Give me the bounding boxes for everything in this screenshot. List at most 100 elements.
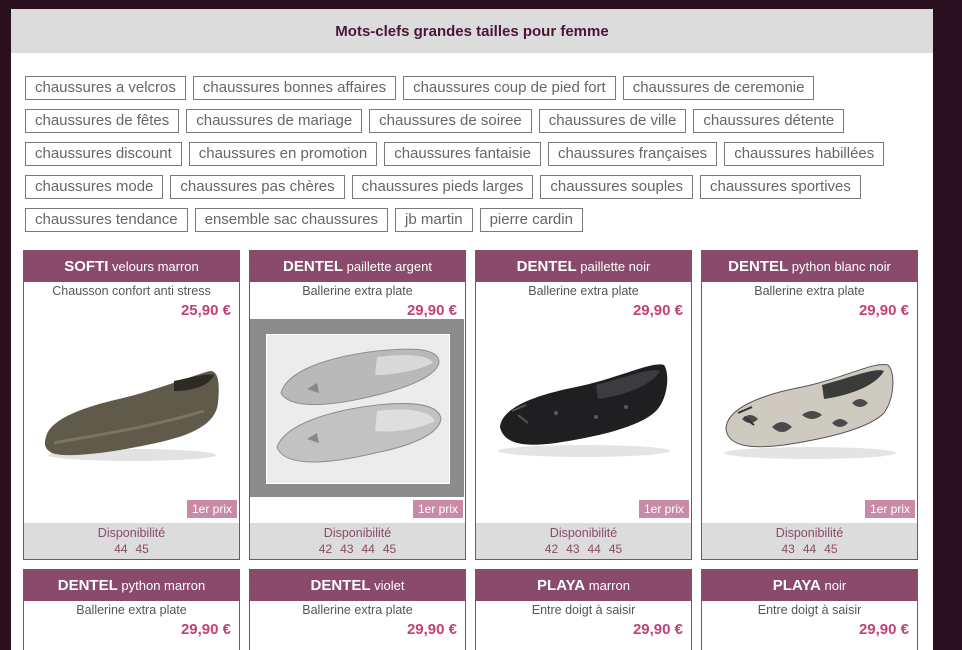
keyword-tag[interactable]: chaussures habillées [724,142,885,166]
keyword-tag[interactable]: chaussures bonnes affaires [192,76,397,100]
keyword-tag[interactable]: chaussures souples [540,175,693,199]
product-title[interactable]: PLAYA marron [476,570,691,601]
product-price: 29,90 € [406,621,457,638]
size-option[interactable]: 44 [803,541,816,557]
product-variant: paillette noir [580,259,651,274]
product-title[interactable]: DENTEL python blanc noir [702,251,917,282]
product-price: 29,90 € [632,302,683,319]
product-image[interactable] [702,319,917,497]
product-card[interactable]: PLAYA marron Entre doigt à saisir 29,90 … [475,569,692,650]
size-option[interactable]: 44 [362,541,375,557]
product-image[interactable] [476,319,691,497]
product-card[interactable]: DENTEL violet Ballerine extra plate 29,9… [249,569,466,650]
section-title: Mots-clefs grandes tailles pour femme [335,22,609,40]
python-ballerina-image [724,363,896,459]
product-brand: DENTEL [57,577,118,594]
product-variant: paillette argent [346,259,432,274]
product-card[interactable]: PLAYA noir Entre doigt à saisir 29,90 € [701,569,918,650]
product-brand: DENTEL [283,258,344,275]
product-title[interactable]: PLAYA noir [702,570,917,601]
size-option[interactable]: 42 [545,541,558,557]
product-price: 29,90 € [406,302,457,319]
product-brand: DENTEL [516,258,577,275]
first-price-badge: 1er prix [864,500,915,518]
product-subtitle: Ballerine extra plate [302,284,413,298]
product-variant: python marron [121,578,206,593]
product-subtitle: Chausson confort anti stress [52,284,211,298]
size-option[interactable]: 45 [609,541,622,557]
product-card[interactable]: DENTEL paillette noir Ballerine extra pl… [475,250,692,560]
availability-label: Disponibilité [97,526,166,540]
keyword-tag[interactable]: chaussures a velcros [25,76,186,100]
keyword-tag[interactable]: chaussures françaises [547,142,718,166]
product-variant: violet [374,578,405,593]
availability-box: Disponibilité 44 45 [24,523,239,559]
keyword-tag[interactable]: chaussures fantaisie [384,142,541,166]
size-list: 42 43 44 45 [250,541,465,557]
size-option[interactable]: 44 [588,541,601,557]
product-brand: PLAYA [772,577,821,594]
product-card[interactable]: DENTEL python marron Ballerine extra pla… [23,569,240,650]
product-card[interactable]: DENTEL paillette argent Ballerine extra … [249,250,466,560]
product-title[interactable]: DENTEL paillette noir [476,251,691,282]
keyword-tag[interactable]: ensemble sac chaussures [194,208,389,232]
keyword-tag[interactable]: pierre cardin [479,208,583,232]
product-price: 29,90 € [632,621,683,638]
section-header: Mots-clefs grandes tailles pour femme [11,9,933,53]
product-brand: DENTEL [310,577,371,594]
product-subtitle: Ballerine extra plate [76,603,187,617]
keyword-tag[interactable]: chaussures discount [25,142,182,166]
keyword-tag[interactable]: chaussures de mariage [186,109,363,133]
keyword-tags: chaussures a velcros chaussures bonnes a… [25,76,925,232]
size-option[interactable]: 43 [340,541,353,557]
first-price-badge: 1er prix [186,500,237,518]
product-title[interactable]: DENTEL violet [250,570,465,601]
keyword-tag[interactable]: chaussures coup de pied fort [403,76,616,100]
product-price: 29,90 € [180,621,231,638]
size-option[interactable]: 45 [383,541,396,557]
black-ballerina-image [498,364,670,457]
product-price: 25,90 € [180,302,231,319]
keyword-tag[interactable]: chaussures sportives [700,175,861,199]
top-bar [11,0,933,9]
product-brand: SOFTI [64,258,109,275]
keyword-tag[interactable]: chaussures détente [693,109,845,133]
product-brand: PLAYA [537,577,586,594]
size-option[interactable]: 43 [566,541,579,557]
availability-label: Disponibilité [323,526,392,540]
product-title[interactable]: DENTEL python marron [24,570,239,601]
availability-box: Disponibilité 42 43 44 45 [250,523,465,559]
size-list: 44 45 [24,541,239,557]
keyword-tag[interactable]: jb martin [395,208,473,232]
product-variant: python blanc noir [791,259,891,274]
size-option[interactable]: 45 [824,541,837,557]
keyword-tag[interactable]: chaussures pas chères [170,175,345,199]
product-image[interactable] [250,319,464,497]
product-price: 29,90 € [858,621,909,638]
availability-label: Disponibilité [549,526,618,540]
keyword-tag[interactable]: chaussures en promotion [188,142,378,166]
size-option[interactable]: 45 [136,541,149,557]
size-option[interactable]: 44 [114,541,127,557]
size-option[interactable]: 42 [319,541,332,557]
size-option[interactable]: 43 [781,541,794,557]
product-price: 29,90 € [858,302,909,319]
keyword-tag[interactable]: chaussures mode [25,175,164,199]
silver-ballerina-image [267,335,449,483]
product-image[interactable] [24,319,239,497]
keyword-tag[interactable]: chaussures de fêtes [25,109,180,133]
product-subtitle: Ballerine extra plate [528,284,639,298]
product-card[interactable]: SOFTI velours marron Chausson confort an… [23,250,240,560]
slipper-image [44,371,219,461]
product-card[interactable]: DENTEL python blanc noir Ballerine extra… [701,250,918,560]
product-title[interactable]: DENTEL paillette argent [250,251,465,282]
availability-box: Disponibilité 43 44 45 [702,523,917,559]
photo-frame [266,334,450,484]
keyword-tag[interactable]: chaussures de ville [538,109,687,133]
product-title[interactable]: SOFTI velours marron [24,251,239,282]
page: Mots-clefs grandes tailles pour femme ch… [11,0,933,650]
keyword-tag[interactable]: chaussures tendance [25,208,188,232]
keyword-tag[interactable]: chaussures pieds larges [351,175,534,199]
keyword-tag[interactable]: chaussures de ceremonie [622,76,815,100]
keyword-tag[interactable]: chaussures de soiree [369,109,532,133]
